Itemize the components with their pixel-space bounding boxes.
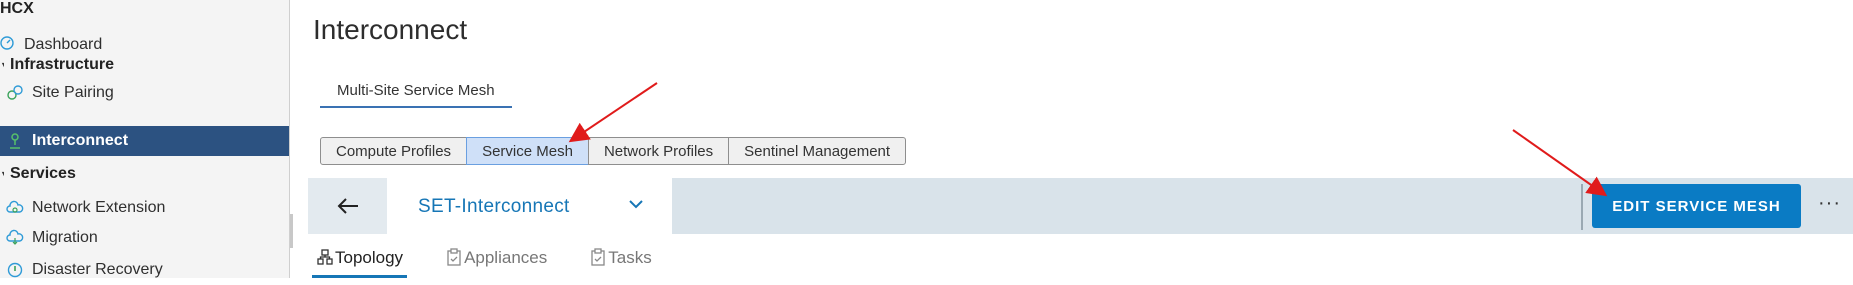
main-content: Interconnect Multi-Site Service Mesh Com… [290, 0, 1853, 278]
link-icon [6, 84, 24, 102]
chevron-down-icon: ▼ [0, 60, 4, 70]
tab-multi-site-service-mesh[interactable]: Multi-Site Service Mesh [320, 80, 512, 108]
tasks-icon [590, 248, 606, 266]
tab-topology[interactable]: Topology [312, 244, 408, 278]
sidebar-item-label: Disaster Recovery [32, 261, 163, 278]
page-title: Interconnect [313, 14, 468, 45]
tab-label: Topology [335, 248, 404, 267]
sidebar-item-site-pairing[interactable]: Site Pairing [0, 78, 289, 108]
tab-label: Appliances [464, 248, 548, 267]
service-mesh-selector[interactable]: SET-Interconnect [387, 178, 672, 234]
recovery-icon [6, 261, 24, 279]
sidebar-item-migration[interactable]: Migration [0, 223, 289, 253]
cloud-icon [6, 199, 24, 217]
sidebar-section-label: Services [10, 165, 76, 182]
service-mesh-header-bar: SET-Interconnect EDIT SERVICE MESH ··· [308, 178, 1853, 234]
segment-compute-profiles[interactable]: Compute Profiles [320, 137, 468, 165]
segment-sentinel-management[interactable]: Sentinel Management [728, 137, 907, 165]
app-title: HCX [0, 0, 34, 17]
cloud-migrate-icon [6, 229, 24, 247]
tab-label: Tasks [608, 248, 652, 267]
clipboard-icon [446, 248, 462, 266]
sidebar-item-label: Site Pairing [32, 84, 114, 101]
chevron-down-icon: ▼ [0, 169, 4, 179]
selected-service-mesh: SET-Interconnect [418, 196, 570, 217]
view-segmented-control: Compute Profiles Service Mesh Network Pr… [320, 137, 907, 165]
arrow-left-icon [337, 198, 358, 214]
network-icon [6, 132, 24, 150]
chevron-down-icon [629, 200, 643, 209]
topology-icon [317, 248, 333, 266]
sidebar-section-infrastructure[interactable]: ▼ Infrastructure [0, 50, 289, 80]
back-button[interactable] [308, 178, 387, 234]
sidebar-item-interconnect[interactable]: Interconnect [0, 126, 289, 156]
tab-tasks[interactable]: Tasks [585, 244, 655, 278]
sidebar-item-label: Migration [32, 229, 98, 246]
sidebar: HCX Dashboard ▼ Infrastructure Site Pair… [0, 0, 293, 278]
sidebar-section-services[interactable]: ▼ Services [0, 159, 289, 189]
sidebar-item-network-extension[interactable]: Network Extension [0, 193, 289, 223]
tab-appliances[interactable]: Appliances [441, 244, 551, 278]
more-actions-button[interactable]: ··· [1818, 192, 1841, 215]
segment-service-mesh[interactable]: Service Mesh [466, 137, 589, 165]
service-mesh-tabs: Topology Appliances Tasks [312, 244, 690, 278]
divider [1581, 184, 1583, 230]
sidebar-item-disaster-recovery[interactable]: Disaster Recovery [0, 255, 289, 285]
sidebar-section-label: Infrastructure [10, 56, 115, 73]
sidebar-item-label: Network Extension [32, 199, 166, 216]
edit-service-mesh-button[interactable]: EDIT SERVICE MESH [1592, 184, 1801, 228]
sidebar-item-label: Interconnect [32, 132, 129, 149]
segment-network-profiles[interactable]: Network Profiles [587, 137, 730, 165]
